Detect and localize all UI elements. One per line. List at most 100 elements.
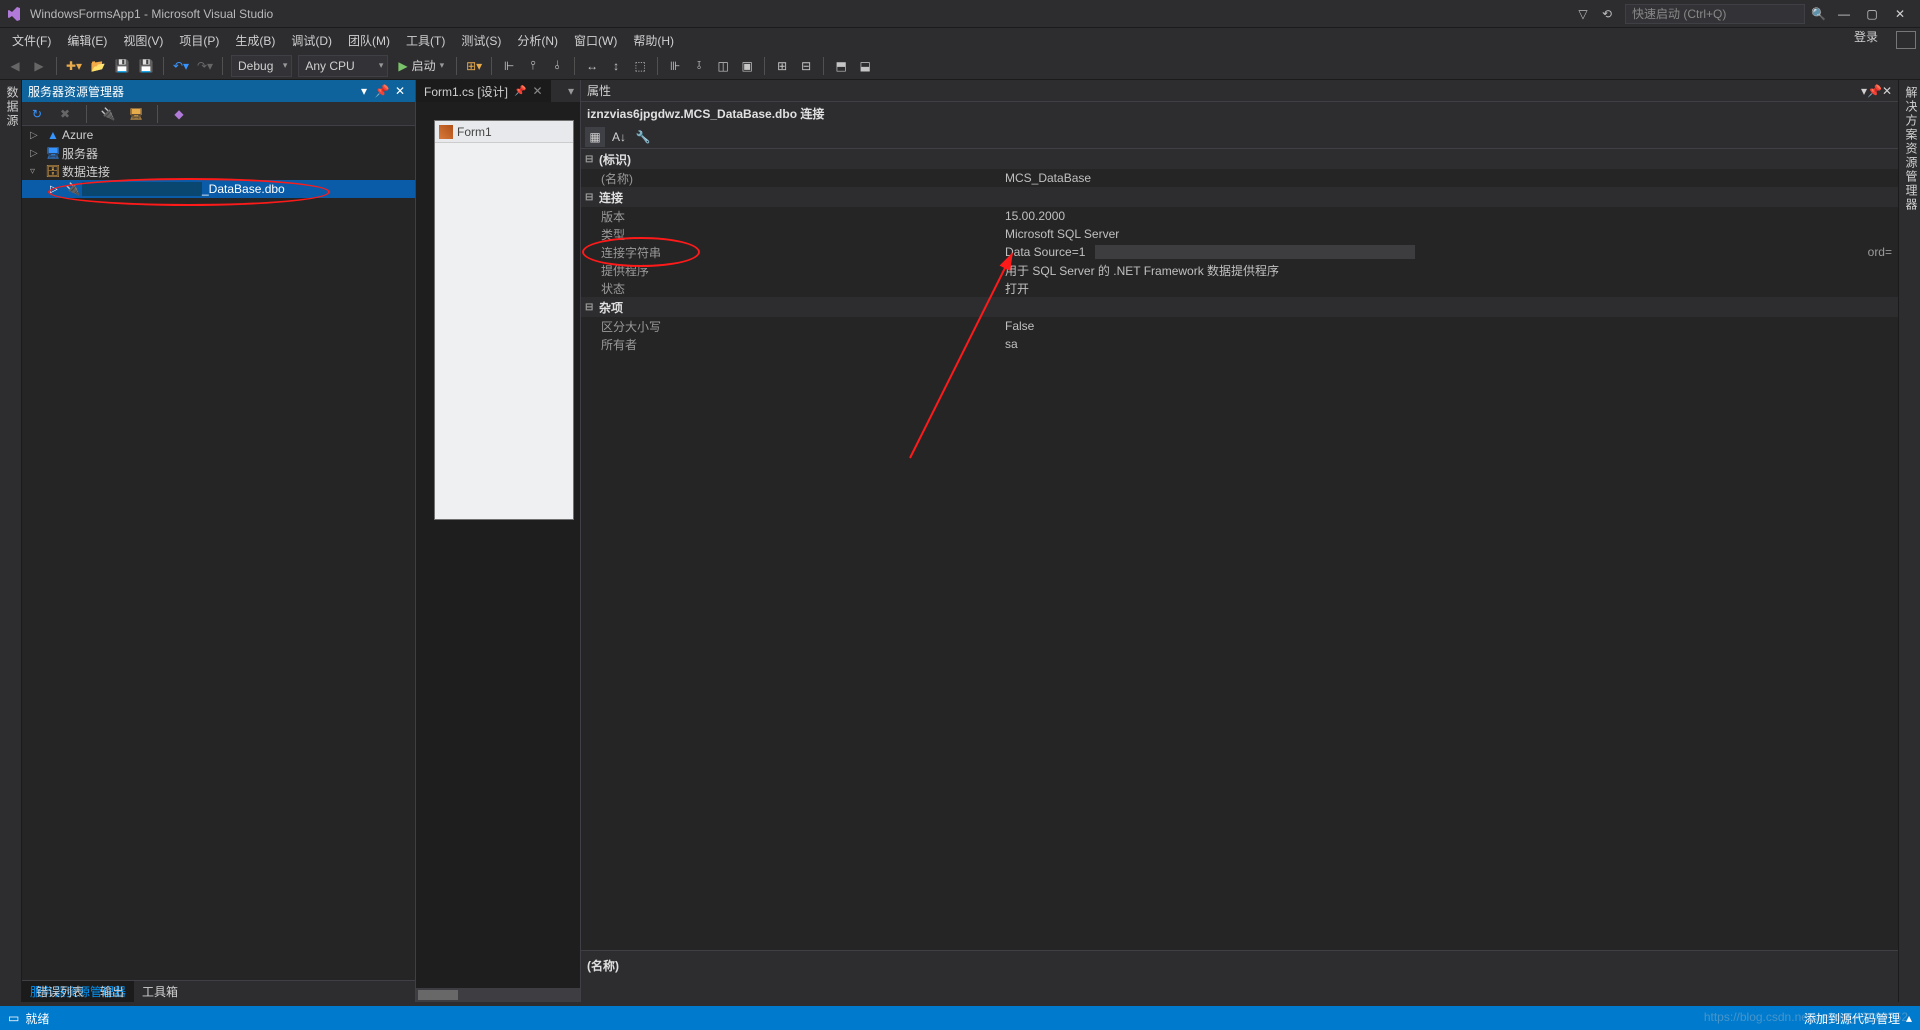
prop-row-name[interactable]: (名称) MCS_DataBase (581, 169, 1898, 187)
collapse-icon[interactable]: ▿ (30, 166, 44, 177)
panel-pin-icon[interactable]: 📌 (1867, 84, 1882, 98)
tree-node-servers[interactable]: ▷ 🖥 服务器 (22, 144, 415, 162)
designer-surface[interactable]: Form1 (416, 102, 580, 988)
connect-db-icon[interactable]: 🔌 (97, 103, 119, 125)
notifications-filter-icon[interactable]: ▽ (1571, 2, 1595, 26)
server-explorer-title[interactable]: 服务器资源管理器 ▾ 📌 ✕ (22, 80, 415, 102)
config-dropdown[interactable]: Debug (231, 55, 292, 77)
menu-build[interactable]: 生成(B) (227, 28, 283, 52)
order-btn-1[interactable]: ⬒ (830, 55, 852, 77)
properties-toolbar: ▦ A↓ 🔧 (581, 125, 1898, 149)
close-tab-icon[interactable]: ✕ (532, 84, 542, 98)
right-rail-solution-explorer[interactable]: 解决方案资源管理器 (1898, 80, 1920, 1002)
menu-tools[interactable]: 工具(T) (398, 28, 453, 52)
prop-row-provider[interactable]: 提供程序 用于 SQL Server 的 .NET Framework 数据提供… (581, 261, 1898, 279)
align-btn-4[interactable]: ↔ (581, 55, 603, 77)
center-btn-2[interactable]: ⊟ (795, 55, 817, 77)
connect-server-icon[interactable]: 🖥 (125, 103, 147, 125)
platform-dropdown[interactable]: Any CPU (298, 55, 388, 77)
categorized-icon[interactable]: ▦ (585, 127, 605, 147)
prop-row-connection-string[interactable]: 连接字符串 Data Source=1 ord= (581, 243, 1898, 261)
prop-row-case[interactable]: 区分大小写 False (581, 317, 1898, 335)
feedback-icon[interactable]: ⟲ (1595, 2, 1619, 26)
spacing-btn-3[interactable]: ◫ (712, 55, 734, 77)
undo-button[interactable]: ↶▾ (170, 55, 192, 77)
spacing-btn-2[interactable]: ⫱ (688, 55, 710, 77)
sign-in-link[interactable]: 登录 (1854, 28, 1888, 52)
align-btn-1[interactable]: ⊩ (498, 55, 520, 77)
start-debug-button[interactable]: ▶ 启动 ▾ (392, 57, 450, 74)
save-button[interactable]: 💾 (111, 55, 133, 77)
form-preview[interactable]: Form1 (434, 120, 574, 520)
left-rail-datasources[interactable]: 数据源 (0, 80, 22, 1002)
redo-button[interactable]: ↷▾ (194, 55, 216, 77)
refresh-icon[interactable]: ↻ (26, 103, 48, 125)
spacing-btn-4[interactable]: ▣ (736, 55, 758, 77)
tree-node-database-selected[interactable]: ▷ 🔌 _DataBase.dbo (22, 180, 415, 198)
tree-node-azure[interactable]: ▷ ▲ Azure (22, 126, 415, 144)
menu-edit[interactable]: 编辑(E) (59, 28, 115, 52)
align-btn-5[interactable]: ↕ (605, 55, 627, 77)
menu-window[interactable]: 窗口(W) (566, 28, 625, 52)
props-events-icon[interactable]: 🔧 (633, 127, 653, 147)
prop-category-connection[interactable]: ⊟连接 (581, 187, 1898, 207)
tree-node-data-connections[interactable]: ▿ 🗄 数据连接 (22, 162, 415, 180)
azure-icon[interactable]: ◆ (168, 103, 190, 125)
doc-tab-form1[interactable]: Form1.cs [设计] 📌 ✕ (416, 80, 551, 102)
scrollbar-thumb[interactable] (418, 990, 458, 1000)
menu-analyze[interactable]: 分析(N) (509, 28, 566, 52)
collapse-icon[interactable]: ⊟ (585, 154, 599, 165)
pin-icon[interactable]: 📌 (514, 86, 526, 97)
maximize-button[interactable]: ▢ (1858, 2, 1886, 26)
nav-fwd-button[interactable]: ▶ (28, 55, 50, 77)
designer-hscrollbar[interactable] (416, 988, 580, 1002)
quick-launch-input[interactable]: 快速启动 (Ctrl+Q) (1625, 4, 1805, 24)
center-btn-1[interactable]: ⊞ (771, 55, 793, 77)
collapse-icon[interactable]: ⊟ (585, 302, 599, 313)
panel-pin-icon[interactable]: 📌 (373, 84, 391, 98)
order-btn-2[interactable]: ⬓ (854, 55, 876, 77)
expand-icon[interactable]: ▷ (50, 184, 64, 195)
prop-row-owner[interactable]: 所有者 sa (581, 335, 1898, 353)
tab-toolbox[interactable]: 工具箱 (134, 981, 186, 1002)
spacing-btn-1[interactable]: ⊪ (664, 55, 686, 77)
user-avatar-placeholder[interactable] (1896, 31, 1916, 49)
scm-up-icon[interactable]: ▴ (1906, 1011, 1912, 1025)
open-file-button[interactable]: 📂 (87, 55, 109, 77)
nav-back-button[interactable]: ◀ (4, 55, 26, 77)
expand-icon[interactable]: ▷ (30, 148, 44, 159)
align-btn-3[interactable]: ⫰ (546, 55, 568, 77)
menu-team[interactable]: 团队(M) (340, 28, 398, 52)
menu-project[interactable]: 项目(P) (171, 28, 227, 52)
status-scm[interactable]: 添加到源代码管理 (1804, 1010, 1900, 1027)
menu-debug[interactable]: 调试(D) (283, 28, 340, 52)
properties-title[interactable]: 属性 ▾ 📌 ✕ (581, 80, 1898, 102)
tab-error-list[interactable]: 错误列表 (28, 980, 92, 1002)
prop-category-misc[interactable]: ⊟杂项 (581, 297, 1898, 317)
menu-test[interactable]: 测试(S) (453, 28, 509, 52)
search-icon[interactable]: 🔍 (1811, 7, 1826, 21)
align-btn-2[interactable]: ⫯ (522, 55, 544, 77)
layout-btn-1[interactable]: ⊞▾ (463, 55, 485, 77)
new-project-button[interactable]: ✚▾ (63, 55, 85, 77)
tab-output[interactable]: 输出 (92, 980, 132, 1002)
panel-dropdown-icon[interactable]: ▾ (355, 84, 373, 98)
panel-close-icon[interactable]: ✕ (391, 84, 409, 98)
alphabetical-icon[interactable]: A↓ (609, 127, 629, 147)
prop-category-identity[interactable]: ⊟(标识) (581, 149, 1898, 169)
menu-view[interactable]: 视图(V) (115, 28, 171, 52)
prop-row-state[interactable]: 状态 打开 (581, 279, 1898, 297)
minimize-button[interactable]: — (1830, 2, 1858, 26)
panel-close-icon[interactable]: ✕ (1882, 84, 1892, 98)
close-button[interactable]: ✕ (1886, 2, 1914, 26)
collapse-icon[interactable]: ⊟ (585, 192, 599, 203)
tabs-overflow-icon[interactable]: ▾ (562, 84, 580, 98)
expand-icon[interactable]: ▷ (30, 130, 44, 141)
align-btn-6[interactable]: ⬚ (629, 55, 651, 77)
prop-row-version[interactable]: 版本 15.00.2000 (581, 207, 1898, 225)
menu-file[interactable]: 文件(F) (4, 28, 59, 52)
stop-icon[interactable]: ✖ (54, 103, 76, 125)
save-all-button[interactable]: 💾 (135, 55, 157, 77)
menu-help[interactable]: 帮助(H) (625, 28, 682, 52)
prop-row-type[interactable]: 类型 Microsoft SQL Server (581, 225, 1898, 243)
